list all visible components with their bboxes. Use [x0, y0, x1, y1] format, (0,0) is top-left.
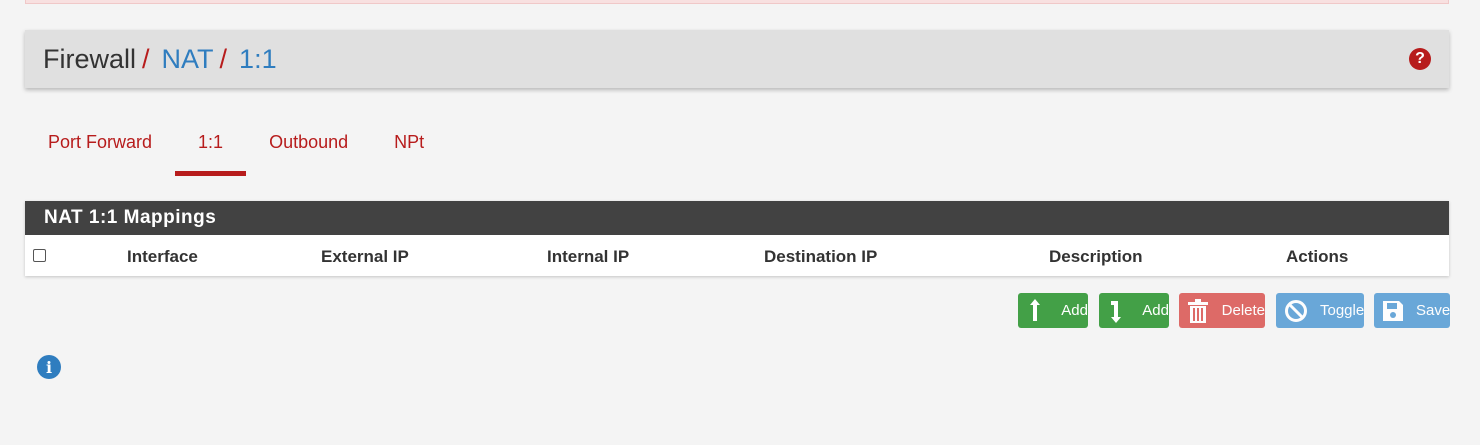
breadcrumb-one-to-one-link[interactable]: 1:1: [239, 45, 277, 73]
tab-outbound[interactable]: Outbound: [246, 120, 371, 176]
save-icon: [1382, 299, 1404, 323]
info-circle-icon[interactable]: i: [37, 355, 61, 379]
breadcrumb-separator: /: [219, 43, 228, 74]
alert-strip: [25, 0, 1449, 4]
delete-button[interactable]: Delete: [1179, 293, 1265, 328]
mappings-panel: NAT 1:1 Mappings Interface External IP I…: [25, 201, 1449, 276]
column-actions: Actions: [1286, 247, 1349, 266]
nat-tabs: Port Forward 1:1 Outbound NPt: [25, 120, 447, 176]
select-all-checkbox[interactable]: [33, 249, 46, 262]
column-destination-ip: Destination IP: [764, 247, 878, 266]
save-label: Save: [1416, 302, 1451, 319]
arrow-down-icon: [1107, 299, 1130, 323]
column-interface: Interface: [127, 247, 198, 266]
arrow-up-icon: [1026, 298, 1049, 323]
column-internal-ip: Internal IP: [547, 247, 630, 266]
add-top-label: Add: [1061, 302, 1088, 319]
tab-port-forward[interactable]: Port Forward: [25, 120, 175, 176]
save-button[interactable]: Save: [1374, 293, 1450, 328]
delete-label: Delete: [1221, 302, 1265, 319]
breadcrumb-firewall: Firewall: [43, 43, 137, 74]
ban-icon: [1284, 299, 1308, 323]
column-description: Description: [1049, 247, 1143, 266]
toggle-label: Toggle: [1320, 302, 1365, 319]
breadcrumb-separator: /: [142, 43, 150, 74]
question-circle-icon[interactable]: ?: [1409, 48, 1431, 70]
table-header: Interface External IP Internal IP Destin…: [25, 235, 1449, 276]
breadcrumb-nat-link[interactable]: NAT: [162, 45, 214, 73]
add-bottom-button[interactable]: Add: [1099, 293, 1169, 328]
add-bottom-label: Add: [1142, 302, 1169, 319]
toggle-button[interactable]: Toggle: [1276, 293, 1364, 328]
breadcrumb: Firewall / NAT / 1:1 ?: [25, 30, 1449, 88]
add-top-button[interactable]: Add: [1018, 293, 1088, 328]
tab-npt[interactable]: NPt: [371, 120, 447, 176]
panel-title: NAT 1:1 Mappings: [25, 201, 1449, 235]
trash-icon: [1187, 298, 1210, 323]
column-external-ip: External IP: [321, 247, 409, 266]
tab-one-to-one[interactable]: 1:1: [175, 120, 247, 176]
